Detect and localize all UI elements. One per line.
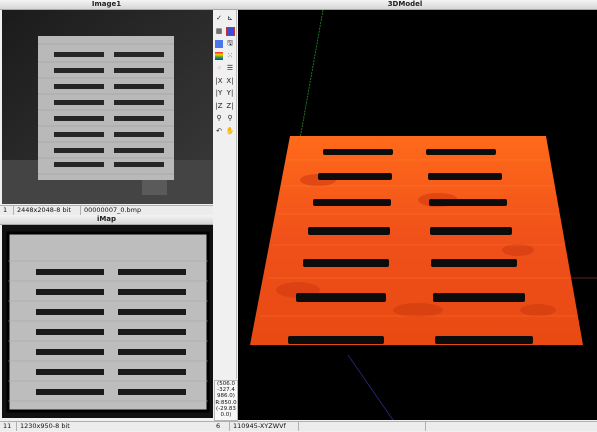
model3d-view[interactable] bbox=[238, 10, 597, 420]
save-icon[interactable]: 🖫 bbox=[225, 38, 235, 49]
pallet-depth-map bbox=[2, 225, 213, 418]
z-min-icon[interactable]: |Z bbox=[214, 101, 224, 112]
model3d-statusbar: 6 110945-XYZWVf bbox=[213, 421, 597, 431]
scatter-icon[interactable]: ⁖ bbox=[214, 63, 224, 74]
view-toolbar: ✓ ⊾ ▦ 🖫 ⁙ ⁖ ☰ |X X| |Y Y| |Z Z| ⚲ ⚲ ↶ ✋ bbox=[213, 10, 237, 379]
z-max-icon[interactable]: Z| bbox=[225, 101, 235, 112]
imap-statusbar: 11 1230x950-8 bit bbox=[0, 421, 213, 431]
coordinate-readout: (506.0 -327.4 986.0) R:850.0 (-29.83 0.0… bbox=[214, 380, 238, 421]
pallet-point-cloud bbox=[250, 10, 597, 420]
imap-title: iMap bbox=[0, 215, 213, 225]
lines-icon[interactable]: ☰ bbox=[225, 63, 235, 74]
imap-index: 11 bbox=[0, 422, 17, 431]
grid-icon[interactable]: ▦ bbox=[214, 26, 224, 37]
image1-title: Image1 bbox=[0, 0, 213, 10]
pallet-photo bbox=[2, 10, 213, 204]
zoom-in-icon[interactable]: ⚲ bbox=[214, 113, 224, 124]
axes-icon[interactable]: ⊾ bbox=[225, 13, 235, 24]
imap-view[interactable] bbox=[2, 225, 213, 418]
rotate-left-icon[interactable]: ↶ bbox=[214, 126, 224, 137]
model3d-title: 3DModel bbox=[213, 0, 597, 10]
image1-format: 2448x2048-8 bit bbox=[14, 206, 81, 215]
imap-format: 1230x950-8 bit bbox=[20, 422, 70, 430]
model3d-index: 6 bbox=[213, 422, 230, 431]
x-min-icon[interactable]: |X bbox=[214, 76, 224, 87]
blue-square-icon[interactable] bbox=[214, 38, 224, 49]
check-icon[interactable]: ✓ bbox=[214, 13, 224, 24]
x-max-icon[interactable]: X| bbox=[225, 76, 235, 87]
coord-line: 0.0) bbox=[220, 412, 232, 419]
image1-statusbar: 1 2448x2048-8 bit 00000007_0.bmp bbox=[0, 205, 213, 215]
y-max-icon[interactable]: Y| bbox=[225, 88, 235, 99]
model3d-info: 110945-XYZWVf bbox=[230, 422, 299, 431]
coord-line: R:850.0 bbox=[215, 399, 237, 406]
zoom-out-icon[interactable]: ⚲ bbox=[225, 113, 235, 124]
image1-index: 1 bbox=[0, 206, 14, 215]
status-empty-field bbox=[299, 422, 426, 431]
imap-panel: iMap 11 1230x950-8 bit bbox=[0, 215, 213, 432]
model3d-panel: 3DModel ✓ ⊾ ▦ 🖫 ⁙ ⁖ ☰ |X X| |Y Y| |Z Z| … bbox=[213, 0, 597, 432]
image1-panel: Image1 1 2448x2048-8 bit 00000007_0.bmp bbox=[0, 0, 213, 215]
image1-view[interactable] bbox=[2, 10, 213, 204]
y-min-icon[interactable]: |Y bbox=[214, 88, 224, 99]
palette-icon[interactable] bbox=[214, 51, 224, 62]
dotted-grid-icon[interactable]: ⁙ bbox=[225, 51, 235, 62]
coord-line: 986.0) bbox=[217, 393, 235, 400]
pan-icon[interactable]: ✋ bbox=[225, 126, 235, 137]
image1-file: 00000007_0.bmp bbox=[84, 206, 142, 214]
color-icon[interactable] bbox=[225, 26, 235, 37]
